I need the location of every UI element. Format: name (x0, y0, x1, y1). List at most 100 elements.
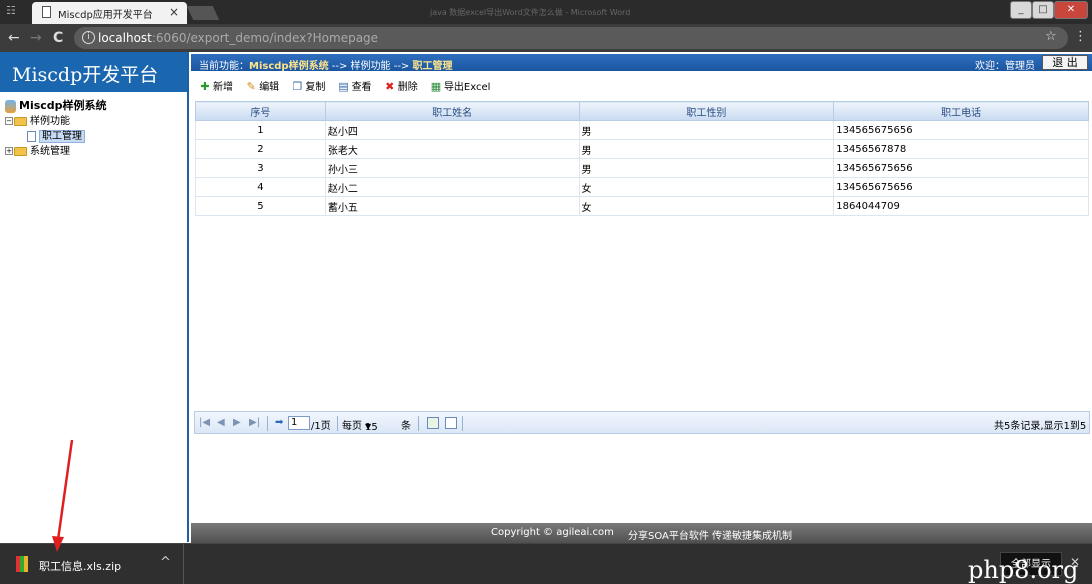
cell-gender: 男 (578, 158, 835, 178)
table-row[interactable]: 1 赵小四 男 134565675656 (195, 120, 1089, 140)
delete-icon: ✖ (385, 80, 395, 93)
table-row[interactable]: 3 孙小三 男 134565675656 (195, 158, 1089, 178)
cell-name: 张老大 (324, 139, 580, 159)
add-button[interactable]: ✚ 新增 (199, 78, 233, 94)
browser-tab[interactable]: Miscdp应用开发平台 × (32, 2, 187, 24)
excel-icon: ▦ (430, 80, 442, 93)
table-row[interactable]: 5 蓄小五 女 1864044709 (195, 196, 1089, 216)
function-bar: 当前功能：Miscdp样例系统 --> 样例功能 --> 职工管理 欢迎：管理员… (191, 54, 1092, 72)
export-page-icon[interactable] (427, 417, 439, 429)
cell-phone: 134565675656 (833, 120, 1089, 140)
page-icon (27, 130, 36, 142)
employee-table: 序号 职工姓名 职工性别 职工电话 1 赵小四 男 134565675656 2… (195, 101, 1089, 216)
browser-title-bar: ☷ Miscdp应用开发平台 × java 数据excel导出Word文件怎么做… (0, 0, 1092, 24)
breadcrumb: 当前功能：Miscdp样例系统 --> 样例功能 --> 职工管理 (199, 61, 453, 72)
window-title: java 数据excel导出Word文件怎么做 - Microsoft Word (430, 8, 631, 17)
reload-icon[interactable]: C (53, 30, 63, 46)
collapse-icon[interactable]: − (5, 117, 13, 125)
page-input[interactable]: 1 (288, 416, 310, 430)
last-page-icon[interactable]: ▶| (249, 417, 260, 428)
download-bar: 职工信息.xls.zip ^ 全部显示 ✕ (0, 543, 1092, 584)
cell-gender: 男 (578, 120, 835, 140)
page-footer: Copyright © agileai.com 分享SOA平台软件 传递敏捷集成… (191, 523, 1092, 543)
tab-title: Miscdp应用开发平台 (58, 10, 153, 21)
folder-icon (14, 116, 27, 126)
col-header-phone[interactable]: 职工电话 (833, 101, 1089, 121)
cell-no: 3 (195, 158, 326, 178)
cell-gender: 男 (578, 139, 835, 159)
tree-item-system[interactable]: + 系统管理 (5, 142, 107, 157)
cell-gender: 女 (578, 196, 835, 216)
window-menu-icon[interactable]: ☷ (6, 4, 20, 18)
tree-item-label: 系统管理 (30, 146, 70, 157)
divider (337, 416, 338, 431)
per-page-unit: 条 (401, 421, 411, 432)
bookmark-star-icon[interactable]: ☆ (1045, 29, 1057, 44)
delete-button[interactable]: ✖ 删除 (384, 78, 418, 94)
new-tab-button[interactable] (186, 6, 220, 20)
forward-icon[interactable]: → (30, 30, 42, 46)
go-page-icon[interactable]: ➡ (275, 417, 283, 428)
page-icon (42, 6, 51, 18)
add-icon: ✚ (200, 80, 210, 93)
copy-icon: ❐ (292, 80, 303, 93)
pencil-icon: ✎ (246, 80, 256, 93)
minimize-button[interactable]: _ (1010, 1, 1032, 19)
tree-item-label: 样例功能 (30, 116, 70, 127)
watermark: php8.org (968, 556, 1079, 584)
system-icon (5, 99, 16, 113)
slogan-text: 分享SOA平台软件 传递敏捷集成机制 (628, 531, 793, 542)
url-text: localhost:6060/export_demo/index?Homepag… (98, 31, 379, 45)
address-toolbar: ← → C i localhost:6060/export_demo/index… (0, 24, 1092, 52)
logout-button[interactable]: 退 出 (1042, 55, 1088, 70)
archive-icon (16, 556, 28, 572)
expand-icon[interactable]: + (5, 147, 13, 155)
col-header-no[interactable]: 序号 (195, 101, 326, 121)
back-icon[interactable]: ← (8, 30, 20, 46)
maximize-button[interactable]: □ (1032, 1, 1054, 19)
tree-item-employee[interactable]: 职工管理 (5, 127, 107, 143)
action-toolbar: ✚ 新增 ✎ 编辑 ❐ 复制 ▤ 查看 ✖ 删除 ▦ 导出Excel (199, 78, 499, 96)
prev-page-icon[interactable]: ◀ (217, 417, 225, 428)
download-item[interactable]: 职工信息.xls.zip ^ (0, 544, 184, 584)
table-header-row: 序号 职工姓名 职工性别 职工电话 (195, 101, 1089, 121)
divider (267, 416, 268, 431)
first-page-icon[interactable]: |◀ (199, 417, 210, 428)
view-button[interactable]: ▤ 查看 (338, 78, 371, 94)
dropdown-arrow-icon: ▼ (365, 422, 372, 431)
tree-root-label: Miscdp样例系统 (19, 99, 107, 112)
cell-phone: 1864044709 (833, 196, 1089, 216)
export-excel-button[interactable]: ▦ 导出Excel (430, 78, 491, 94)
table-row[interactable]: 2 张老大 男 13456567878 (195, 139, 1089, 159)
cell-gender: 女 (578, 177, 835, 197)
document-icon[interactable] (445, 417, 457, 429)
edit-button[interactable]: ✎ 编辑 (245, 78, 280, 94)
col-header-gender[interactable]: 职工性别 (578, 101, 835, 121)
tree-root[interactable]: Miscdp样例系统 (5, 97, 107, 113)
divider (462, 416, 463, 431)
info-icon[interactable]: i (82, 31, 95, 44)
folder-icon (14, 146, 27, 156)
close-window-button[interactable]: ✕ (1054, 1, 1088, 19)
tab-close-icon[interactable]: × (169, 5, 179, 19)
cell-phone: 134565675656 (833, 158, 1089, 178)
pagination-bar: |◀ ◀ ▶ ▶| ➡ 1 /1页 每页 15 ▼ 条 共5条记录,显示1到5 (194, 411, 1090, 434)
tree-item-sample[interactable]: − 样例功能 (5, 112, 107, 127)
table-row[interactable]: 4 赵小二 女 134565675656 (195, 177, 1089, 197)
cell-name: 孙小三 (324, 158, 580, 178)
address-bar[interactable]: i localhost:6060/export_demo/index?Homep… (74, 27, 1068, 49)
next-page-icon[interactable]: ▶ (233, 417, 241, 428)
download-file-name: 职工信息.xls.zip (39, 560, 122, 573)
cell-phone: 13456567878 (833, 139, 1089, 159)
cell-no: 2 (195, 139, 326, 159)
welcome-text: 欢迎：管理员 (975, 61, 1035, 72)
nav-tree: Miscdp样例系统 − 样例功能 职工管理 + 系统管理 (5, 97, 107, 157)
cell-name: 赵小四 (324, 120, 580, 140)
browser-menu-icon[interactable]: ⋮ (1074, 29, 1087, 44)
copy-button[interactable]: ❐ 复制 (291, 78, 325, 94)
divider (418, 416, 419, 431)
chevron-up-icon[interactable]: ^ (160, 555, 171, 570)
col-header-name[interactable]: 职工姓名 (324, 101, 580, 121)
left-nav-panel: Miscdp开发平台 Miscdp样例系统 − 样例功能 职工管理 + 系统管理 (0, 52, 189, 542)
main-content: 当前功能：Miscdp样例系统 --> 样例功能 --> 职工管理 欢迎：管理员… (191, 52, 1092, 542)
